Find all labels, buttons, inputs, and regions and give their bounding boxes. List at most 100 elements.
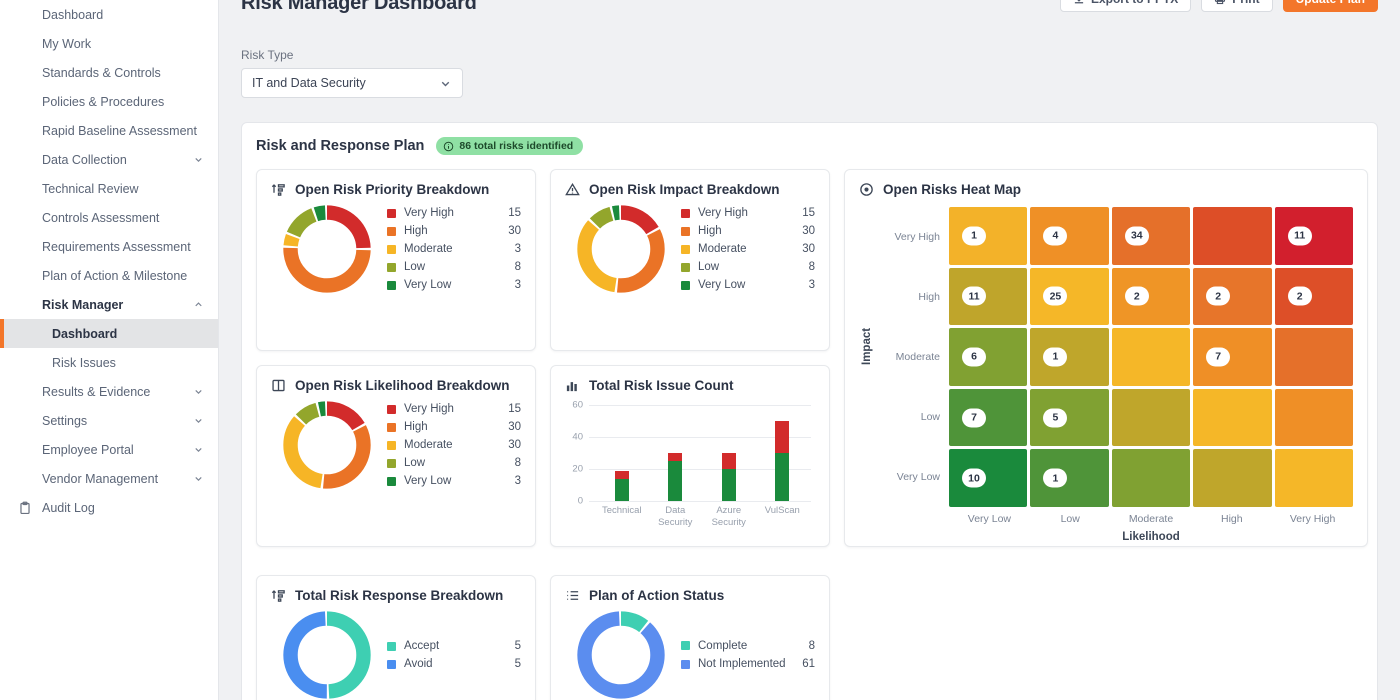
legend-item: Very Low 3 xyxy=(681,279,815,291)
sidebar-item-plan-of-action-milestone[interactable]: Plan of Action & Milestone xyxy=(0,261,218,290)
heatmap-cell[interactable] xyxy=(1193,388,1272,447)
heatmap-cell[interactable]: 11 xyxy=(949,267,1028,326)
legend-label: Low xyxy=(698,261,720,273)
legend-item: Very High 15 xyxy=(387,207,521,219)
risk-type-value: IT and Data Security xyxy=(252,76,366,90)
heatmap-cell[interactable]: 2 xyxy=(1111,267,1191,326)
update-plan-button[interactable]: Update Plan xyxy=(1282,0,1378,12)
poa-donut-chart xyxy=(573,607,669,700)
legend-label: High xyxy=(404,225,428,237)
total-risks-badge-label: 86 total risks identified xyxy=(459,140,574,152)
legend-label: Very High xyxy=(404,403,454,415)
sidebar-item-data-collection[interactable]: Data Collection xyxy=(0,145,218,174)
clipboard-icon xyxy=(18,501,32,515)
heatmap-cell-value: 2 xyxy=(1206,286,1231,306)
sidebar: Dashboard My Work Standards & Controls Poli… xyxy=(0,0,219,700)
cards-row-3: Total Risk Response Breakdown Accept 5 Avo… xyxy=(256,575,830,700)
legend-label: Very High xyxy=(404,207,454,219)
legend-swatch xyxy=(387,659,396,669)
sidebar-item-settings[interactable]: Settings xyxy=(0,406,218,435)
heatmap-y-tick: Very Low xyxy=(896,471,940,483)
sidebar-item-my-work[interactable]: My Work xyxy=(0,29,218,58)
heatmap-cell[interactable]: 1 xyxy=(1030,449,1109,507)
legend-label: Accept xyxy=(404,640,440,652)
card-body: Accept 5 Avoid 5 xyxy=(271,607,521,700)
sidebar-item-label: My Work xyxy=(42,36,92,51)
heatmap-cell[interactable] xyxy=(1274,328,1354,386)
heatmap-cell[interactable] xyxy=(1274,388,1354,447)
cards-row-2: Open Risk Likelihood Breakdown Very High… xyxy=(256,365,830,547)
bar-segment xyxy=(614,478,629,501)
plan-of-action-status-card: Plan of Action Status Complete 8 Not Imple… xyxy=(550,575,830,700)
legend-swatch xyxy=(387,440,396,450)
poa-legend: Complete 8 Not Implemented 61 xyxy=(675,640,815,671)
legend-value: 30 xyxy=(508,421,521,433)
sidebar-item-label: Policies & Procedures xyxy=(42,94,165,109)
heatmap-cell-value: 11 xyxy=(1287,226,1312,246)
x-axis-tick: Azure Security xyxy=(711,505,746,528)
sidebar-item-technical-review[interactable]: Technical Review xyxy=(0,174,218,203)
card-body: Complete 8 Not Implemented 61 xyxy=(565,607,815,700)
export-to-pptx-button[interactable]: Export to PPTX xyxy=(1059,0,1192,12)
print-label: Print xyxy=(1232,0,1259,6)
card-header: Open Risk Impact Breakdown xyxy=(565,182,815,197)
bar-column xyxy=(668,405,683,501)
heatmap-cells-wrap: 1 4 34 11 11 25 2 2 2 6 1 7 7 5 10 1 xyxy=(949,207,1354,507)
card-title: Open Risk Impact Breakdown xyxy=(589,182,780,197)
sidebar-item-risk-manager[interactable]: Risk Manager xyxy=(0,290,218,319)
heatmap-cell[interactable]: 10 xyxy=(949,449,1028,507)
left-column: Open Risk Priority Breakdown Very High 15… xyxy=(256,169,830,700)
heatmap-cell[interactable]: 7 xyxy=(1193,328,1272,386)
legend-label: Moderate xyxy=(698,243,747,255)
y-axis-tick: 60 xyxy=(572,399,583,411)
sidebar-item-vendor-management[interactable]: Vendor Management xyxy=(0,464,218,493)
likelihood-donut-chart xyxy=(279,397,375,493)
heatmap-cell[interactable]: 11 xyxy=(1274,207,1354,265)
sidebar-item-standards-controls[interactable]: Standards & Controls xyxy=(0,58,218,87)
legend-item: Moderate 30 xyxy=(681,243,815,255)
heatmap-cell[interactable]: 25 xyxy=(1030,267,1109,326)
heatmap-row: 10 1 xyxy=(949,449,1354,507)
bar-chart-icon xyxy=(565,378,580,393)
heatmap-cell[interactable] xyxy=(1193,449,1272,507)
sidebar-item-controls-assessment[interactable]: Controls Assessment xyxy=(0,203,218,232)
heat-map-body: Impact Very High High Moderate Low Very Low … xyxy=(859,207,1354,507)
heatmap-x-tick: Very High xyxy=(1289,513,1336,525)
sidebar-item-dashboard[interactable]: Dashboard xyxy=(0,0,218,29)
bars xyxy=(595,405,809,501)
heatmap-cell[interactable] xyxy=(1193,207,1272,265)
heatmap-cell[interactable]: 6 xyxy=(949,328,1028,386)
sidebar-item-policies-procedures[interactable]: Policies & Procedures xyxy=(0,87,218,116)
heatmap-cell[interactable]: 5 xyxy=(1030,388,1109,447)
heatmap-cell[interactable] xyxy=(1111,388,1191,447)
sidebar-item-label: Plan of Action & Milestone xyxy=(42,268,188,283)
sidebar-item-results-evidence[interactable]: Results & Evidence xyxy=(0,377,218,406)
heatmap-cell[interactable]: 1 xyxy=(1030,328,1109,386)
print-button[interactable]: Print xyxy=(1201,0,1273,12)
sidebar-item-risk-issues[interactable]: Risk Issues xyxy=(0,348,218,377)
sidebar-item-audit-log[interactable]: Audit Log xyxy=(0,493,218,522)
heatmap-cell[interactable] xyxy=(1111,449,1191,507)
heatmap-cell[interactable]: 34 xyxy=(1111,207,1191,265)
sidebar-item-employee-portal[interactable]: Employee Portal xyxy=(0,435,218,464)
risk-type-select[interactable]: IT and Data Security xyxy=(241,68,463,98)
heatmap-row: 11 25 2 2 2 xyxy=(949,267,1354,326)
card-body: Very High 15 High 30 Moderate 30 Low 8 Very Low 3 xyxy=(565,201,815,297)
x-axis-tick: Technical xyxy=(601,505,642,516)
panel-title: Risk and Response Plan xyxy=(256,138,425,154)
heatmap-cell[interactable]: 7 xyxy=(949,388,1028,447)
chevron-down-icon xyxy=(439,77,452,90)
heatmap-cell[interactable] xyxy=(1274,449,1354,507)
heatmap-cell[interactable]: 2 xyxy=(1274,267,1354,326)
sidebar-item-rapid-baseline-assessment[interactable]: Rapid Baseline Assessment xyxy=(0,116,218,145)
sidebar-item-dashboard[interactable]: Dashboard xyxy=(0,319,218,348)
heatmap-y-tick: Low xyxy=(920,411,940,423)
heatmap-cell[interactable]: 4 xyxy=(1030,207,1109,265)
heatmap-cell[interactable]: 2 xyxy=(1193,267,1272,326)
sidebar-item-requirements-assessment[interactable]: Requirements Assessment xyxy=(0,232,218,261)
heatmap-cell[interactable] xyxy=(1111,328,1191,386)
legend-item: Low 8 xyxy=(387,457,521,469)
heatmap-cell[interactable]: 1 xyxy=(949,207,1028,265)
legend-value: 8 xyxy=(514,261,521,273)
legend-item: Low 8 xyxy=(681,261,815,273)
